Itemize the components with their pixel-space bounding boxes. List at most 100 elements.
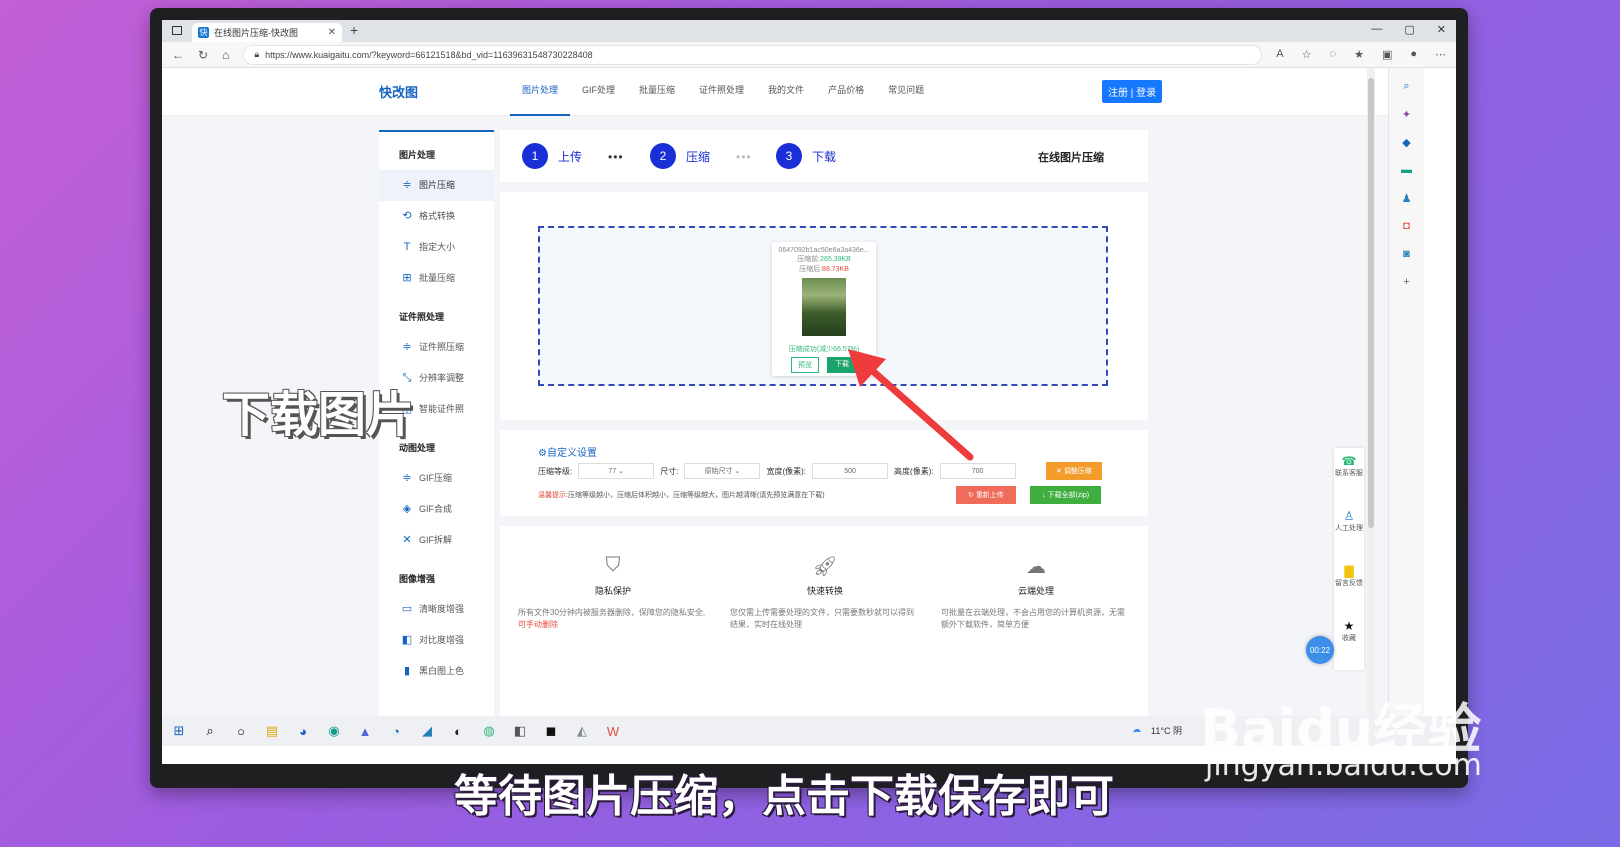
search-icon[interactable]: ⌕ bbox=[201, 722, 219, 740]
app-icon[interactable]: ◭ bbox=[573, 722, 591, 740]
step-label: 下载 bbox=[812, 149, 837, 164]
wps-icon[interactable]: W bbox=[604, 722, 622, 740]
size-select[interactable]: 原始尺寸 ⌄ bbox=[684, 463, 761, 479]
sidebar-item-label: 证件照压缩 bbox=[419, 342, 465, 352]
add-icon[interactable]: + bbox=[1389, 276, 1424, 292]
search-icon[interactable]: ⌕ bbox=[1389, 80, 1424, 96]
sidebar-item-contrast[interactable]: ◧ 对比度增强 bbox=[379, 625, 494, 656]
star-icon: ★ bbox=[1343, 619, 1355, 633]
sidebar-item-image-compress[interactable]: ≑ 图片压缩 bbox=[379, 170, 494, 201]
minimize-icon[interactable]: — bbox=[1371, 23, 1382, 36]
weather-text[interactable]: 11°C 阴 bbox=[1151, 724, 1182, 737]
address-bar[interactable]: 🔒︎ https://www.kuaigaitu.com/?keyword=66… bbox=[243, 44, 1263, 65]
step-compress: 2 压缩 bbox=[650, 143, 710, 169]
back-icon[interactable]: ← bbox=[172, 48, 184, 62]
height-input[interactable]: 700 bbox=[939, 463, 1016, 479]
preview-button[interactable]: 预览 bbox=[791, 357, 819, 373]
office-icon[interactable]: ◘ bbox=[1389, 220, 1424, 236]
nav-batch[interactable]: 批量压缩 bbox=[627, 68, 687, 116]
read-aloud-icon[interactable]: A bbox=[1276, 48, 1283, 61]
sidebar-item-label: 清晰度增强 bbox=[419, 604, 465, 614]
toolbox-icon[interactable]: ▬ bbox=[1389, 164, 1424, 180]
scrollbar-thumb[interactable] bbox=[1368, 78, 1374, 528]
refresh-icon[interactable]: ↻ bbox=[198, 48, 208, 62]
nav-faq[interactable]: 常见问题 bbox=[876, 68, 936, 116]
close-window-icon[interactable]: ✕ bbox=[1437, 23, 1446, 36]
level-select[interactable]: 77 ⌄ bbox=[578, 463, 655, 479]
app-icon[interactable]: ▲ bbox=[356, 722, 374, 740]
feature-title: 隐私保护 bbox=[594, 586, 631, 596]
collections-icon[interactable]: ▣ bbox=[1382, 48, 1392, 61]
close-tab-icon[interactable]: ✕ bbox=[328, 27, 336, 38]
shield-icon: ⛉ bbox=[605, 554, 621, 576]
login-button[interactable]: 注册 | 登录 bbox=[1102, 80, 1163, 103]
float-item-favorite[interactable]: ★ 收藏 bbox=[1334, 613, 1364, 668]
sidebar-item-gif-compress[interactable]: ≑ GIF压缩 bbox=[379, 463, 494, 494]
app-icon[interactable]: ◢ bbox=[418, 722, 436, 740]
favorite-add-icon[interactable]: ☆ bbox=[1302, 48, 1312, 61]
browser-tab[interactable]: 快 在线图片压缩-快改图 ✕ bbox=[192, 23, 342, 42]
drop-zone[interactable]: 0647092b1ac50e6a3a436e... 压缩前:265.39KB 压… bbox=[538, 226, 1108, 386]
outlook-icon[interactable]: ◙ bbox=[1389, 248, 1424, 264]
maximize-icon[interactable]: ▢ bbox=[1404, 23, 1414, 36]
cortana-icon[interactable]: ○ bbox=[232, 722, 250, 740]
nav-id-photo[interactable]: 证件照处理 bbox=[687, 68, 756, 116]
sidebar-item-id-compress[interactable]: ≑ 证件照压缩 bbox=[379, 332, 494, 363]
edge-icon[interactable]: ◉ bbox=[325, 722, 343, 740]
copilot-icon[interactable]: ✦ bbox=[1389, 108, 1424, 124]
tag-icon[interactable]: ◆ bbox=[1389, 136, 1424, 152]
nav-image-process[interactable]: 图片处理 bbox=[510, 68, 571, 116]
file-explorer-icon[interactable]: ▤ bbox=[263, 722, 281, 740]
settings-row: 压缩等级: 77 ⌄ 尺寸: 原始尺寸 ⌄ 宽度(像素): 500 高度(像素)… bbox=[538, 463, 1016, 479]
image-thumbnail[interactable] bbox=[802, 278, 846, 336]
sidebar-item-gif-merge[interactable]: ◈ GIF合成 bbox=[379, 494, 494, 525]
float-item-service[interactable]: ☎ 联系客服 bbox=[1334, 448, 1364, 503]
sidebar-item-label: 图片压缩 bbox=[419, 180, 456, 190]
app-icon[interactable]: ◔ bbox=[387, 722, 405, 740]
sidebar-item-specify-size[interactable]: T 指定大小 bbox=[379, 232, 494, 263]
new-tab-icon[interactable]: + bbox=[350, 22, 358, 38]
sidebar-item-sharpness[interactable]: ▭ 清晰度增强 bbox=[379, 594, 494, 625]
sidebar-item-label: 黑白图上色 bbox=[419, 666, 465, 676]
convert-icon: ⟲ bbox=[402, 210, 412, 222]
manual-delete-link[interactable]: 可手动删除 bbox=[518, 620, 558, 629]
settings-heading-text: 自定义设置 bbox=[546, 448, 597, 459]
tab-actions-icon[interactable] bbox=[172, 26, 182, 35]
more-icon[interactable]: ⋯ bbox=[1435, 48, 1446, 61]
extension-icon[interactable]: ◌ bbox=[1330, 48, 1337, 61]
contrast-icon: ◧ bbox=[401, 634, 413, 646]
wechat-icon[interactable]: ◍ bbox=[480, 722, 498, 740]
adjust-compress-button[interactable]: ✕ 调整压缩 bbox=[1046, 462, 1102, 480]
app-icon[interactable]: ◕ bbox=[294, 722, 312, 740]
sidebar-item-format-convert[interactable]: ⟲ 格式转换 bbox=[379, 201, 494, 232]
games-icon[interactable]: ♟ bbox=[1389, 192, 1424, 208]
step-upload: 1 上传 bbox=[522, 143, 582, 169]
step-number: 1 bbox=[522, 143, 548, 169]
sidebar-item-label: 对比度增强 bbox=[419, 635, 465, 645]
app-icon[interactable]: ◐ bbox=[449, 722, 467, 740]
tool-title: 在线图片压缩 bbox=[1038, 152, 1104, 164]
page-scrollbar[interactable] bbox=[1367, 68, 1375, 716]
download-all-button[interactable]: ↓ 下载全部(zip) bbox=[1030, 486, 1102, 504]
reupload-button[interactable]: ↻ 重新上传 bbox=[956, 486, 1016, 504]
nav-gif[interactable]: GIF处理 bbox=[570, 68, 627, 116]
sidebar-item-colorize[interactable]: ▮ 黑白图上色 bbox=[379, 656, 494, 687]
windows-start-icon[interactable]: ⊞ bbox=[170, 722, 188, 740]
capcut-icon[interactable]: ◼ bbox=[542, 722, 560, 740]
sidebar-item-gif-split[interactable]: ✕ GIF拆解 bbox=[379, 525, 494, 556]
adjust-compress-label: 调整压缩 bbox=[1063, 468, 1092, 475]
profile-icon[interactable]: ● bbox=[1410, 48, 1417, 61]
home-icon[interactable]: ⌂ bbox=[222, 48, 229, 62]
browser-actions: A ☆ ◌ ★ ▣ ● ⋯ bbox=[1276, 48, 1446, 61]
cloud-upload-icon: ☁ bbox=[1026, 556, 1046, 578]
timer-badge[interactable]: 00:22 bbox=[1306, 636, 1334, 664]
float-item-manual[interactable]: ♙ 人工处理 bbox=[1334, 503, 1364, 558]
width-input[interactable]: 500 bbox=[812, 463, 889, 479]
sidebar-item-batch-compress[interactable]: ⊞ 批量压缩 bbox=[379, 263, 494, 294]
site-logo[interactable]: 快改图 bbox=[379, 82, 418, 101]
favorites-icon[interactable]: ★ bbox=[1354, 48, 1364, 61]
nav-my-files[interactable]: 我的文件 bbox=[756, 68, 816, 116]
app-icon[interactable]: ◧ bbox=[511, 722, 529, 740]
float-item-feedback[interactable]: ▇ 留言反馈 bbox=[1334, 558, 1364, 613]
nav-pricing[interactable]: 产品价格 bbox=[816, 68, 876, 116]
